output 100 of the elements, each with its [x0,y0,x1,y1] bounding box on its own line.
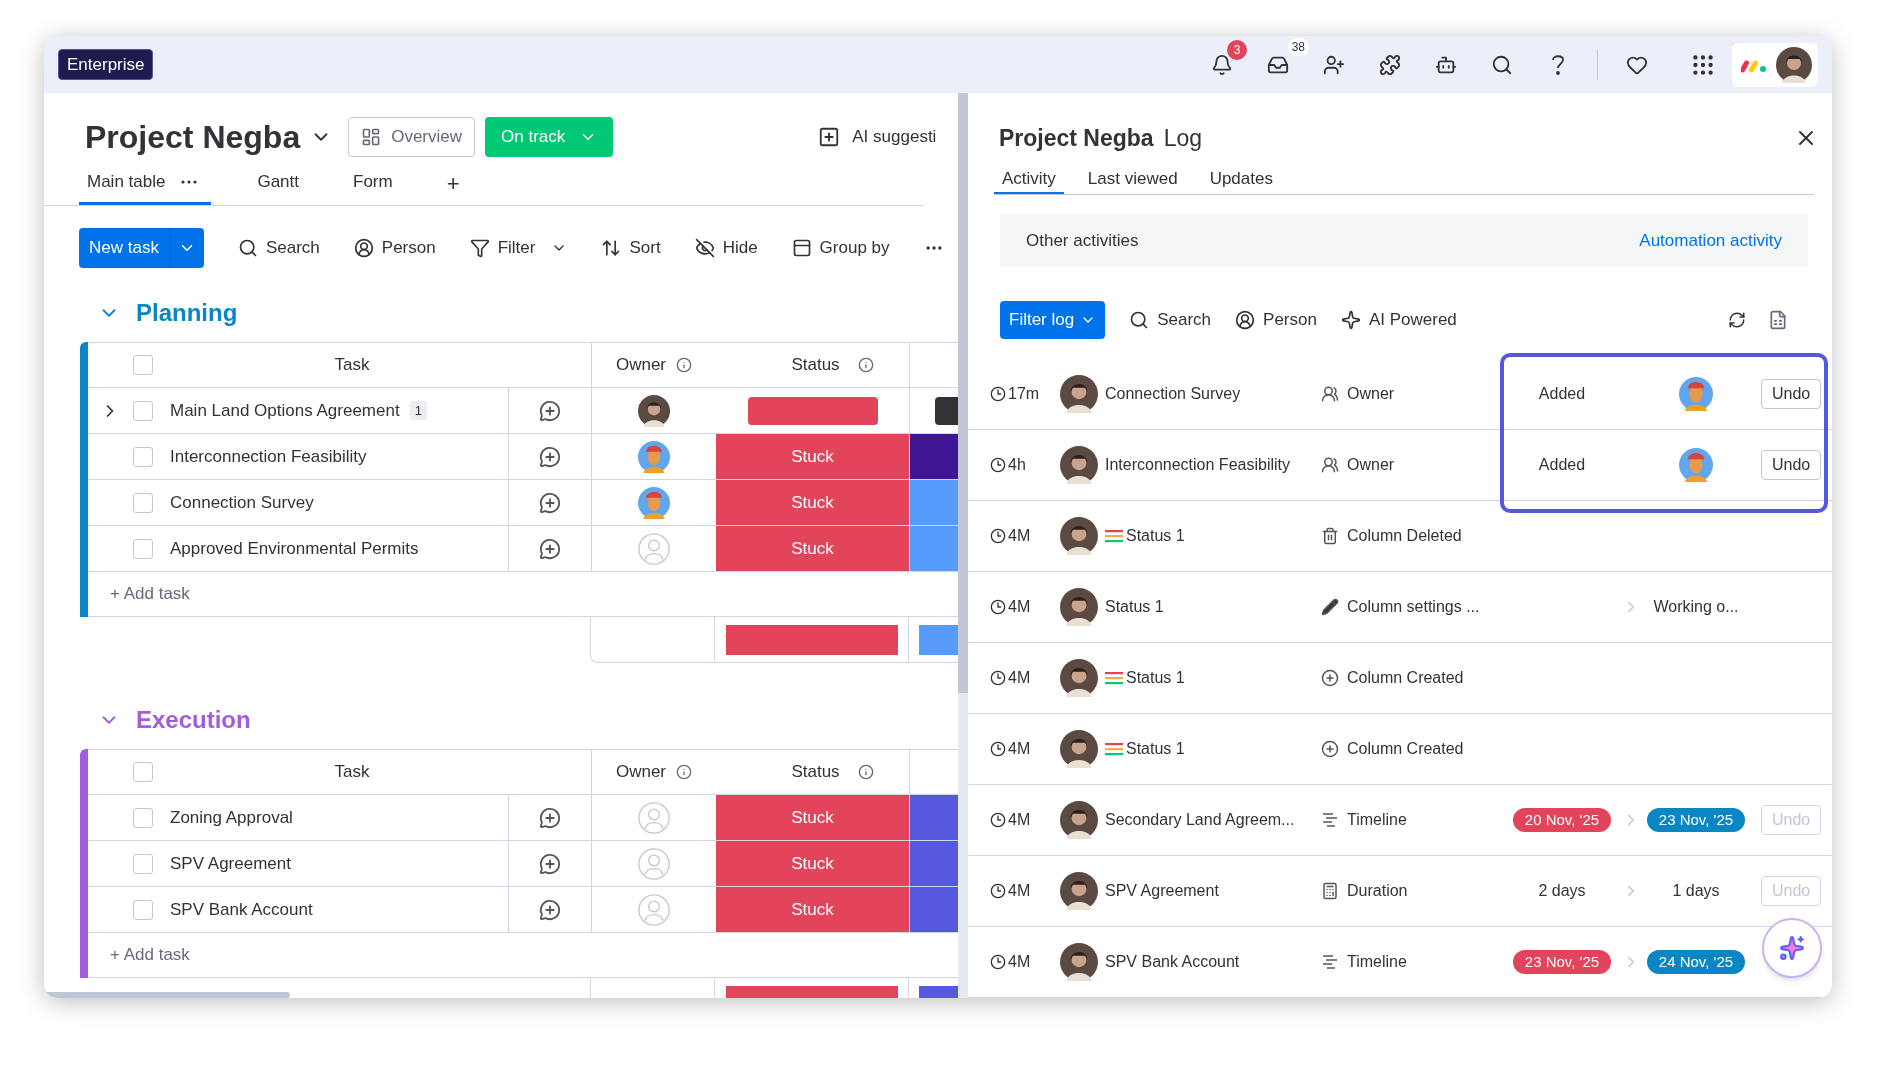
old-value: Added [1538,455,1586,475]
status-label[interactable]: Stuck [716,887,909,932]
toolbar-button[interactable]: Hide [694,235,758,261]
status-label[interactable]: Stuck [716,480,909,525]
view-tab[interactable]: Form [345,161,401,205]
status-label[interactable]: Stuck [716,434,909,479]
item-name[interactable]: Interconnection Feasibility [1105,453,1290,477]
action-label: Timeline [1347,810,1407,830]
info-icon[interactable] [676,764,693,780]
ai-suggestions-icon[interactable] [818,126,841,148]
toolbar-button[interactable]: Filter [469,235,536,261]
avatar-icon [1060,446,1098,484]
spreadsheet-icon[interactable] [1768,310,1788,330]
task-name[interactable]: Connection Survey [170,489,314,516]
item-name[interactable]: Status 1 [1105,595,1164,619]
checkbox[interactable] [133,853,153,874]
help-icon[interactable] [1551,53,1565,76]
automation-link[interactable]: Automation activity [1639,227,1782,254]
add-update-icon[interactable] [539,852,561,875]
info-icon[interactable] [857,764,874,780]
checkbox[interactable] [133,355,153,375]
time-ago: 4M [1008,526,1031,546]
add-task-link[interactable]: + Add task [110,942,190,968]
group-title[interactable]: Planning [136,295,238,331]
info-icon[interactable] [857,357,874,373]
lines-icon [1105,529,1123,543]
toolbar-button[interactable]: Sort [601,235,661,261]
add-view-button[interactable]: + [446,161,460,205]
toolbar-button[interactable]: Search [237,235,320,261]
new-value: Working o... [1653,597,1739,617]
checkbox[interactable] [133,807,153,828]
time-ago: 4M [1008,668,1031,688]
checkbox[interactable] [133,538,153,559]
item-name[interactable]: Secondary Land Agreem... [1105,808,1295,832]
notifications-icon[interactable] [1211,53,1233,76]
plan-badge: Enterprise [58,48,154,81]
add-update-icon[interactable] [539,806,561,829]
item-name[interactable]: Status 1 [1126,666,1185,690]
task-name[interactable]: Zoning Approval [170,804,293,831]
overview-button[interactable]: Overview [348,117,476,157]
task-name[interactable]: Interconnection Feasibility [170,443,367,470]
filter-label: Other activities [1026,229,1139,252]
task-name[interactable]: Approved Environmental Permits [170,535,419,562]
toolbar-button[interactable]: Person [353,235,436,261]
panel-tab[interactable]: Activity [994,165,1064,194]
action-label: Column Created [1347,668,1464,688]
action-label: Column Deleted [1347,526,1462,546]
task-name[interactable]: SPV Agreement [170,850,291,877]
toolbar-button[interactable]: Search [1129,307,1212,333]
task-name[interactable]: SPV Bank Account [170,896,313,923]
checkbox[interactable] [133,446,153,467]
add-update-icon[interactable] [539,898,561,921]
clock-icon [990,670,1006,686]
hide-icon [694,238,715,258]
undo-button[interactable]: Undo [1761,450,1822,480]
toolbar-button[interactable]: Group by [791,235,890,261]
view-tab[interactable]: Main table [79,161,212,205]
checkbox[interactable] [133,762,153,782]
item-name[interactable]: Status 1 [1126,737,1185,761]
avatar-icon [1679,448,1713,482]
toolbar-button[interactable]: Person [1235,307,1317,333]
puzzle-icon[interactable] [1379,53,1401,76]
info-icon[interactable] [676,357,693,373]
item-name[interactable]: Status 1 [1126,524,1185,548]
refresh-icon[interactable] [1728,311,1746,329]
checkbox[interactable] [133,400,153,421]
time-ago: 4M [1008,881,1031,901]
search-icon[interactable] [1491,53,1513,76]
add-update-icon[interactable] [539,399,561,422]
clock-icon [990,457,1006,473]
panel-tab[interactable]: Updates [1201,165,1281,194]
invite-icon[interactable] [1323,53,1345,76]
status-label[interactable]: Stuck [716,841,909,886]
add-task-link[interactable]: + Add task [110,581,190,607]
panel-tab[interactable]: Last viewed [1079,165,1186,194]
action-label: Column settings ... [1347,597,1480,617]
item-name[interactable]: Connection Survey [1105,382,1241,406]
undo-button[interactable]: Undo [1761,379,1822,409]
filter-log-button[interactable]: Filter log [1000,301,1106,339]
toolbar-button[interactable]: AI Powered [1340,307,1457,333]
status-label[interactable]: Stuck [716,526,909,571]
old-value: 2 days [1538,881,1586,901]
add-update-icon[interactable] [539,537,561,560]
view-tab[interactable]: Gantt [249,161,308,205]
status-label[interactable]: Stuck [716,795,909,840]
add-update-icon[interactable] [539,491,561,514]
plus-icon [1321,669,1339,687]
task-name[interactable]: Main Land Options Agreement [170,397,400,424]
status-bar[interactable] [747,396,878,425]
column-header: Task [333,761,371,784]
ai-assistant-button[interactable] [1762,918,1822,978]
item-name[interactable]: SPV Agreement [1105,879,1219,903]
item-name[interactable]: SPV Bank Account [1105,950,1240,974]
add-update-icon[interactable] [539,445,561,468]
date-pill: 24 Nov, '25 [1646,950,1746,974]
column-header: Owner [615,354,667,377]
ai-suggestions-link[interactable]: AI suggesti [852,124,937,150]
checkbox[interactable] [133,899,153,920]
group-title[interactable]: Execution [136,702,251,738]
checkbox[interactable] [133,492,153,513]
